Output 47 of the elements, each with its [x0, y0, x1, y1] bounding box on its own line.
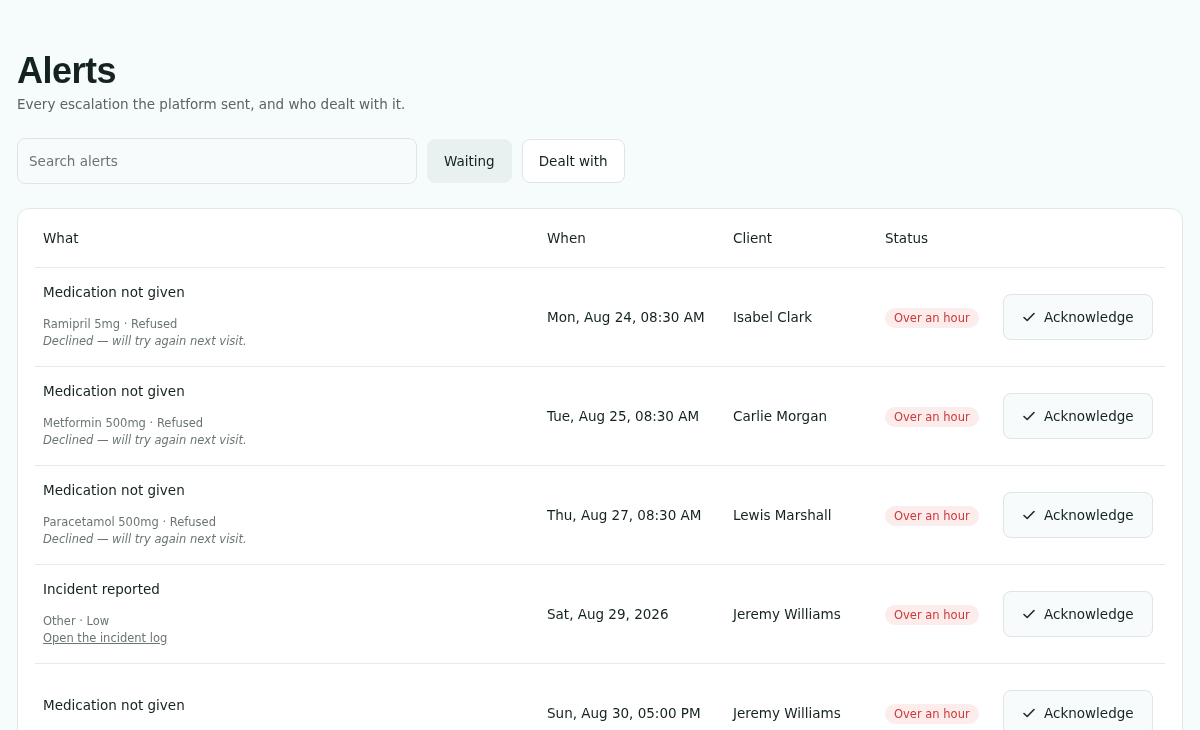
status-badge: Over an hour: [885, 704, 979, 724]
acknowledge-button[interactable]: Acknowledge: [1003, 591, 1153, 637]
alert-title: Medication not given: [43, 697, 185, 713]
check-icon: [1022, 706, 1036, 720]
status-badge: Over an hour: [885, 506, 979, 526]
acknowledge-button[interactable]: Acknowledge: [1003, 690, 1153, 730]
alert-note: Declined — will try again next visit.: [43, 432, 247, 449]
table-cell-text: Carlie Morgan: [732, 408, 828, 424]
column-header: What: [42, 230, 80, 246]
filter-button[interactable]: Dealt with: [521, 139, 625, 183]
table-cell-text: Jeremy Williams: [731, 705, 842, 721]
alert-note: Declined — will try again next visit.: [43, 333, 247, 350]
table-cell-text: Sat, Aug 29, 2026: [546, 606, 670, 622]
status-badge: Over an hour: [885, 308, 979, 328]
alert-meta: Other · Low: [43, 613, 110, 630]
table-cell-text: Sun, Aug 30, 05:00 PM: [546, 705, 702, 721]
table-cell-text: Mon, Aug 24, 08:30 AM: [546, 309, 706, 325]
alert-title: Incident reported: [43, 581, 160, 597]
alert-meta: Metformin 500mg · Refused: [43, 415, 204, 432]
alert-meta: Paracetamol 500mg · Refused: [43, 514, 216, 531]
page-title: Alerts: [17, 50, 118, 92]
table-cell-text: Jeremy Williams: [731, 606, 842, 622]
filter-button[interactable]: Waiting: [427, 139, 512, 183]
page-subtitle: Every escalation the platform sent, and who dealt with it.: [17, 96, 407, 112]
alert-meta: Ramipril 5mg · Refused: [43, 316, 178, 333]
search-field[interactable]: Search alerts: [17, 138, 417, 184]
column-header: Status: [884, 230, 930, 246]
table-cell-text: Thu, Aug 27, 08:30 AM: [546, 507, 703, 523]
acknowledge-button[interactable]: Acknowledge: [1003, 294, 1153, 340]
alert-title: Medication not given: [43, 284, 185, 300]
table-cell-text: Tue, Aug 25, 08:30 AM: [546, 408, 701, 424]
table-cell-text: Isabel Clark: [732, 309, 814, 325]
check-icon: [1022, 508, 1036, 522]
alert-note: Declined — will try again next visit.: [43, 531, 247, 548]
column-header: Client: [732, 230, 774, 246]
column-header: When: [546, 230, 587, 246]
acknowledge-button[interactable]: Acknowledge: [1003, 492, 1153, 538]
check-icon: [1022, 310, 1036, 324]
status-badge: Over an hour: [885, 407, 979, 427]
status-badge: Over an hour: [885, 605, 979, 625]
check-icon: [1022, 409, 1036, 423]
incident-log-link[interactable]: Open the incident log: [43, 630, 168, 647]
alert-title: Medication not given: [43, 482, 185, 498]
check-icon: [1022, 607, 1036, 621]
alert-title: Medication not given: [43, 383, 185, 399]
table-cell-text: Lewis Marshall: [732, 507, 833, 523]
acknowledge-button[interactable]: Acknowledge: [1003, 393, 1153, 439]
